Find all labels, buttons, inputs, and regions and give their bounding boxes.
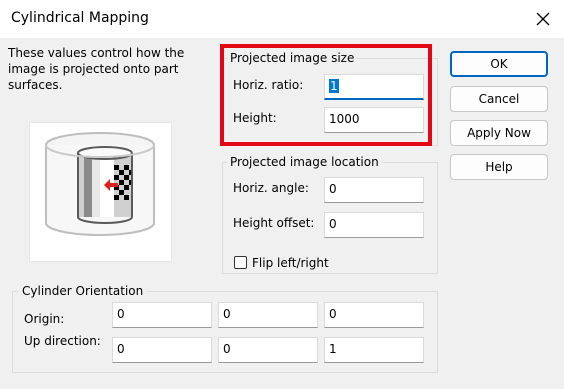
projected-location-legend: Projected image location — [227, 155, 382, 169]
height-offset-label: Height offset: — [233, 216, 315, 230]
up-x-input[interactable]: 0 — [112, 337, 212, 363]
up-y-input[interactable]: 0 — [218, 337, 318, 363]
origin-z-input[interactable]: 0 — [324, 302, 424, 328]
ok-button[interactable]: OK — [450, 51, 548, 77]
apply-now-button[interactable]: Apply Now — [450, 120, 548, 146]
cancel-button[interactable]: Cancel — [450, 86, 548, 112]
cylinder-orientation-legend: Cylinder Orientation — [19, 284, 147, 298]
help-button[interactable]: Help — [450, 154, 548, 180]
flip-checkbox[interactable] — [234, 256, 247, 269]
highlight-box — [220, 44, 432, 146]
horiz-angle-label: Horiz. angle: — [233, 181, 309, 195]
close-button[interactable] — [528, 4, 558, 34]
flip-label[interactable]: Flip left/right — [252, 256, 329, 270]
cylinder-illustration — [45, 132, 155, 236]
description-text: These values control how the image is pr… — [8, 46, 185, 92]
origin-y-input[interactable]: 0 — [218, 302, 318, 328]
up-direction-label: Up direction: — [24, 334, 101, 348]
cylinder-preview-image — [29, 122, 172, 262]
height-offset-input[interactable]: 0 — [324, 212, 424, 238]
window-title: Cylindrical Mapping — [11, 10, 149, 26]
horiz-angle-input[interactable]: 0 — [324, 177, 424, 203]
up-z-input[interactable]: 1 — [324, 337, 424, 363]
close-icon — [536, 12, 550, 26]
origin-x-input[interactable]: 0 — [112, 302, 212, 328]
origin-label: Origin: — [24, 312, 65, 326]
